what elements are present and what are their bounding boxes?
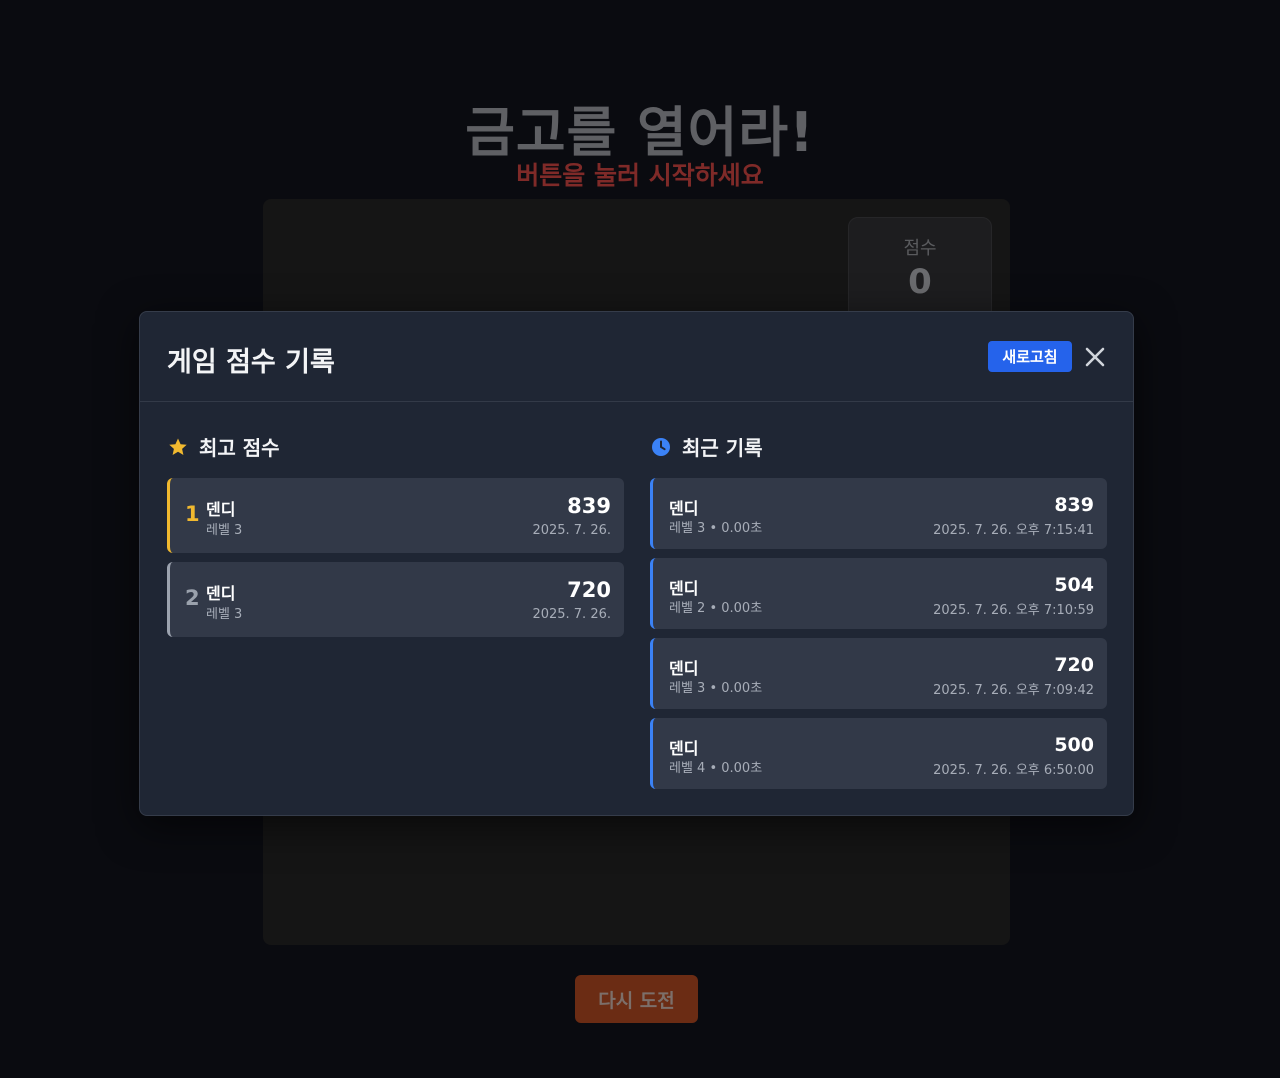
rank-number: 1 [185, 502, 200, 526]
player-name: 덴디 [669, 659, 699, 678]
player-name: 덴디 [206, 584, 236, 603]
record-meta: 레벨 4 • 0.00초 [669, 761, 763, 776]
rank-number: 2 [185, 586, 200, 610]
score-value: 720 [567, 578, 611, 602]
score-value: 500 [1054, 734, 1094, 756]
recent-records-list: 덴디 레벨 3 • 0.00초 839 2025. 7. 26. 오후 7:15… [650, 478, 1107, 798]
record-meta: 레벨 2 • 0.00초 [669, 601, 763, 616]
player-level: 레벨 3 [206, 523, 243, 538]
record-timestamp: 2025. 7. 26. 오후 7:09:42 [933, 683, 1094, 698]
close-icon [1085, 347, 1105, 367]
score-date: 2025. 7. 26. [532, 607, 611, 622]
recent-record-item: 덴디 레벨 4 • 0.00초 500 2025. 7. 26. 오후 6:50… [650, 718, 1107, 789]
recent-records-title: 최근 기록 [682, 436, 763, 460]
close-button[interactable] [1080, 342, 1110, 372]
recent-record-item: 덴디 레벨 3 • 0.00초 839 2025. 7. 26. 오후 7:15… [650, 478, 1107, 549]
score-date: 2025. 7. 26. [532, 523, 611, 538]
score-value: 720 [1054, 654, 1094, 676]
player-name: 덴디 [206, 500, 236, 519]
record-meta: 레벨 3 • 0.00초 [669, 681, 763, 696]
game-subtitle: 버튼을 눌러 시작하세요 [516, 161, 764, 190]
score-value: 0 [908, 262, 932, 302]
recent-record-item: 덴디 레벨 3 • 0.00초 720 2025. 7. 26. 오후 7:09… [650, 638, 1107, 709]
player-name: 덴디 [669, 579, 699, 598]
star-icon [169, 438, 187, 455]
retry-button[interactable]: 다시 도전 [575, 975, 698, 1023]
record-meta: 레벨 3 • 0.00초 [669, 521, 763, 536]
best-scores-list: 1 덴디 레벨 3 839 2025. 7. 26. 2 덴디 레벨 3 720… [167, 478, 624, 646]
score-history-modal: 게임 점수 기록 새로고침 최고 점수 1 덴디 레벨 3 839 2025. … [139, 311, 1134, 816]
best-score-item: 1 덴디 레벨 3 839 2025. 7. 26. [167, 478, 624, 553]
player-name: 덴디 [669, 499, 699, 518]
score-value: 839 [1054, 494, 1094, 516]
record-timestamp: 2025. 7. 26. 오후 6:50:00 [933, 763, 1094, 778]
player-name: 덴디 [669, 739, 699, 758]
recent-record-item: 덴디 레벨 2 • 0.00초 504 2025. 7. 26. 오후 7:10… [650, 558, 1107, 629]
score-value: 504 [1054, 574, 1094, 596]
modal-title: 게임 점수 기록 [167, 347, 335, 378]
record-timestamp: 2025. 7. 26. 오후 7:10:59 [933, 603, 1094, 618]
refresh-button[interactable]: 새로고침 [988, 341, 1072, 372]
best-scores-heading: 최고 점수 [168, 432, 280, 461]
score-value: 839 [567, 494, 611, 518]
score-label: 점수 [903, 238, 937, 259]
player-level: 레벨 3 [206, 607, 243, 622]
record-timestamp: 2025. 7. 26. 오후 7:15:41 [933, 523, 1094, 538]
clock-icon [652, 437, 670, 456]
best-score-item: 2 덴디 레벨 3 720 2025. 7. 26. [167, 562, 624, 637]
recent-records-heading: 최근 기록 [651, 432, 763, 461]
best-scores-title: 최고 점수 [199, 436, 280, 460]
modal-header: 게임 점수 기록 새로고침 [140, 312, 1133, 402]
